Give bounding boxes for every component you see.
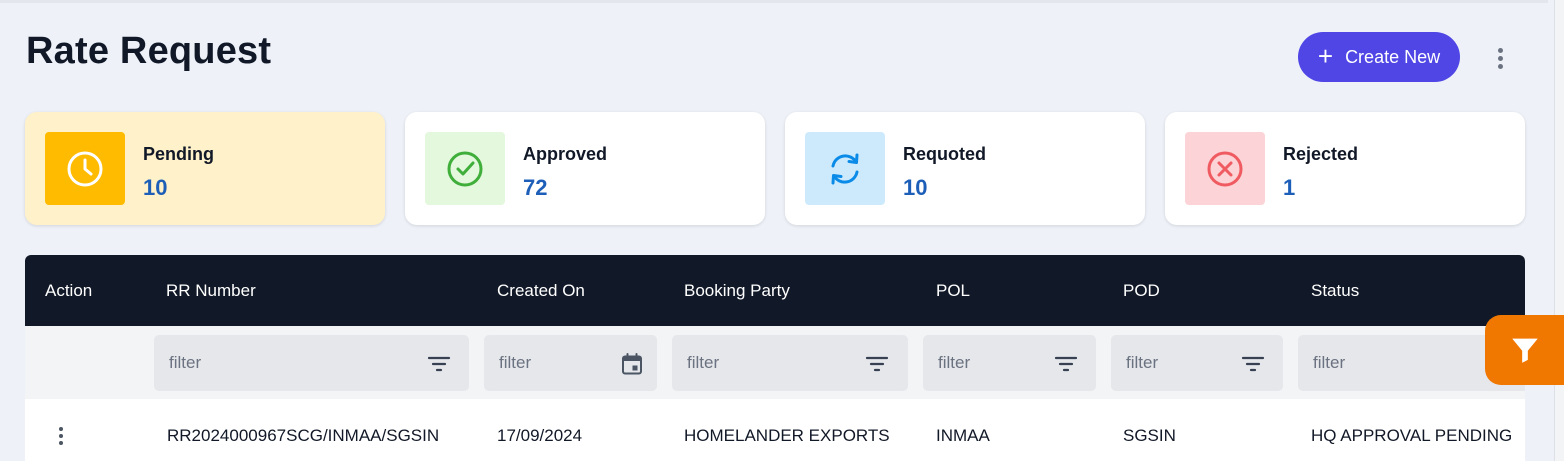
- create-new-button[interactable]: + Create New: [1298, 32, 1460, 82]
- refresh-icon: [805, 132, 885, 205]
- check-circle-icon: [425, 132, 505, 205]
- filter-toggle-button[interactable]: [1485, 315, 1564, 385]
- cell-pod: SGSIN: [1123, 426, 1176, 445]
- column-header-pol[interactable]: POL: [936, 281, 970, 301]
- filter-lines-icon[interactable]: [1053, 351, 1079, 377]
- x-circle-icon: [1185, 132, 1265, 205]
- rr-number-filter: [154, 335, 469, 391]
- page-title: Rate Request: [26, 30, 272, 72]
- column-header-status[interactable]: Status: [1311, 281, 1359, 301]
- booking-party-filter: [672, 335, 908, 391]
- rr-number-filter-input[interactable]: [154, 335, 469, 391]
- rate-request-table: Action RR Number Created On Booking Part…: [25, 255, 1525, 461]
- plus-icon: +: [1317, 41, 1334, 71]
- column-header-rr-number[interactable]: RR Number: [166, 281, 256, 301]
- cell-status: HQ APPROVAL PENDING: [1311, 426, 1513, 445]
- cell-created-on: 17/09/2024: [497, 426, 583, 445]
- column-header-booking-party[interactable]: Booking Party: [684, 281, 790, 301]
- clock-icon: [45, 132, 125, 205]
- top-divider: [0, 0, 1548, 3]
- scrollbar[interactable]: [1554, 0, 1564, 461]
- funnel-icon: [1511, 338, 1538, 363]
- stat-label: Requoted: [903, 144, 986, 164]
- stat-value: 10: [903, 175, 928, 200]
- filter-lines-icon[interactable]: [864, 351, 890, 377]
- stat-card-rejected[interactable]: Rejected 1: [1165, 112, 1525, 225]
- created-on-filter: [484, 335, 657, 391]
- stat-value: 72: [523, 175, 548, 200]
- column-header-created-on[interactable]: Created On: [497, 281, 585, 301]
- row-actions-icon[interactable]: [53, 423, 69, 449]
- filter-lines-icon[interactable]: [1240, 351, 1266, 377]
- stat-value: 1: [1283, 175, 1296, 200]
- stat-card-approved[interactable]: Approved 72: [405, 112, 765, 225]
- filter-row: [25, 326, 1525, 399]
- stat-label: Approved: [523, 144, 608, 164]
- more-options-icon[interactable]: [1486, 44, 1514, 72]
- stat-card-pending[interactable]: Pending 10: [25, 112, 385, 225]
- table-row[interactable]: RR2024000967SCG/INMAA/SGSIN 17/09/2024 H…: [25, 399, 1525, 461]
- stat-card-requoted[interactable]: Requoted 10: [785, 112, 1145, 225]
- column-header-action[interactable]: Action: [45, 281, 92, 301]
- calendar-icon[interactable]: [619, 351, 645, 377]
- column-header-pod[interactable]: POD: [1123, 281, 1160, 301]
- stat-label: Rejected: [1283, 144, 1359, 164]
- cell-booking-party: HOMELANDER EXPORTS: [684, 426, 890, 445]
- stat-label: Pending: [143, 144, 214, 164]
- pod-filter: [1111, 335, 1283, 391]
- filter-lines-icon[interactable]: [426, 351, 452, 377]
- cell-pol: INMAA: [936, 426, 990, 445]
- pol-filter: [923, 335, 1096, 391]
- cell-rr-number[interactable]: RR2024000967SCG/INMAA/SGSIN: [167, 426, 439, 446]
- stat-value: 10: [143, 175, 168, 200]
- create-new-label: Create New: [1345, 46, 1441, 67]
- table-header: Action RR Number Created On Booking Part…: [25, 255, 1525, 326]
